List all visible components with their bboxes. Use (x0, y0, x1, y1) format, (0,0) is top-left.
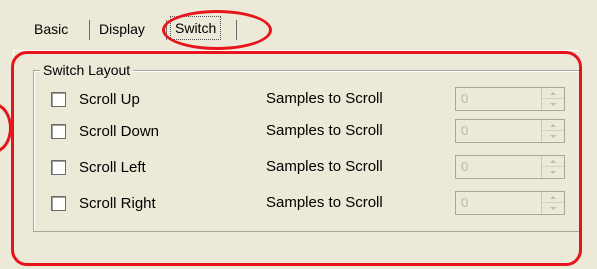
annotation-highlight-switch-tab (162, 10, 272, 50)
annotation-highlight-panel (11, 51, 582, 266)
tab-basic[interactable]: Basic (34, 16, 68, 42)
tab-display[interactable]: Display (99, 16, 145, 42)
dialog-window: Basic Display Switch Switch Layout Scrol… (0, 0, 597, 269)
tab-separator (89, 20, 90, 40)
